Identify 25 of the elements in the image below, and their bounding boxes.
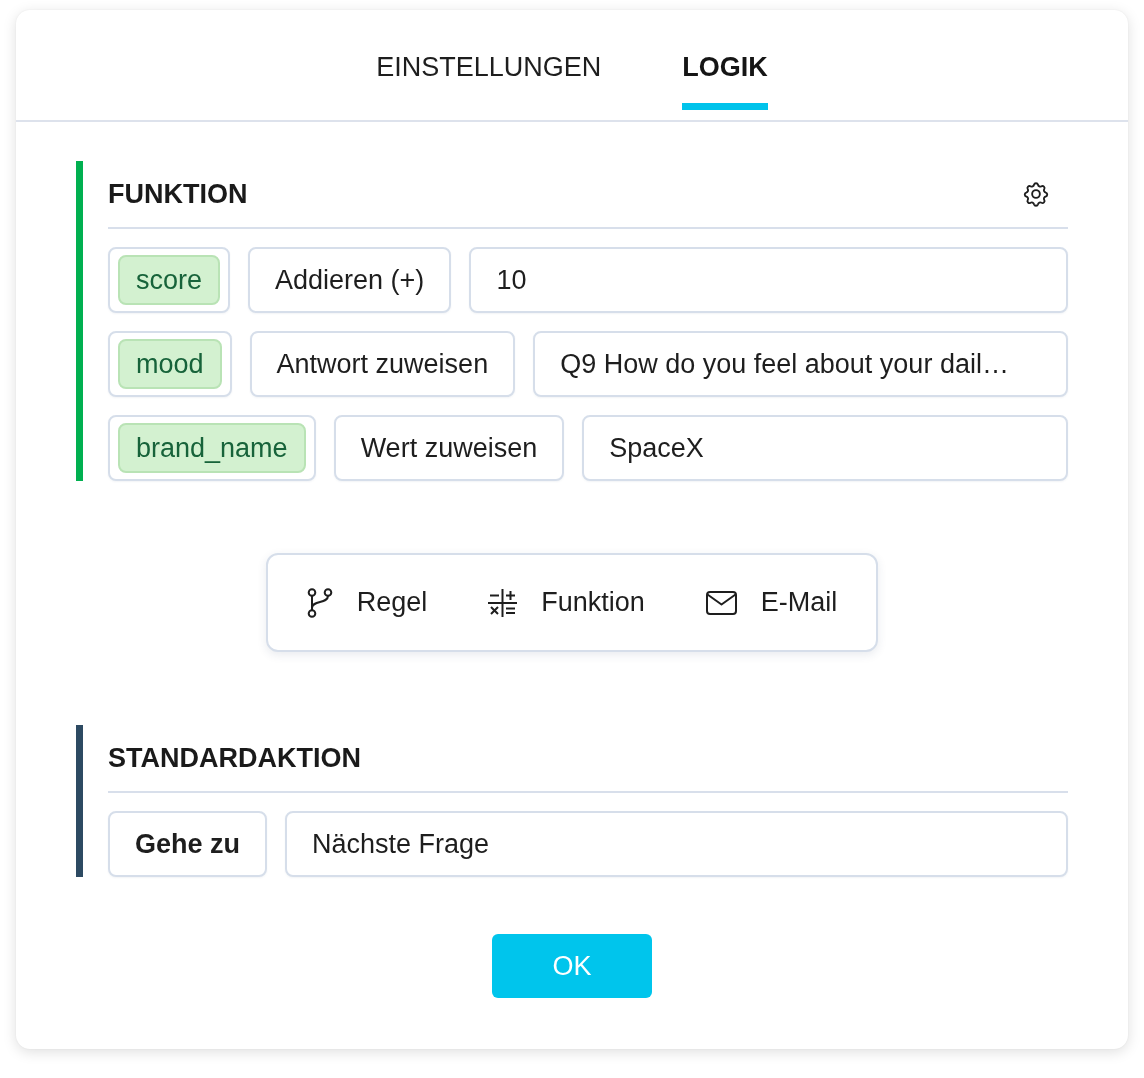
target-select[interactable]: Nächste Frage <box>285 811 1068 877</box>
add-action-button[interactable]: Regel <box>306 586 428 619</box>
math-operators-icon <box>488 588 518 617</box>
value-field[interactable]: Q9 How do you feel about your dail… <box>533 331 1068 397</box>
variable-select[interactable]: score <box>108 247 231 313</box>
operation-select[interactable]: Wert zuweisen <box>333 415 565 481</box>
add-action-button[interactable]: Funktion <box>488 586 645 619</box>
action-label: Gehe zu <box>108 811 268 877</box>
variable-tag: mood <box>118 339 222 389</box>
settings-icon[interactable] <box>1022 180 1050 208</box>
value-field[interactable]: 10 <box>469 247 1068 313</box>
variable-select[interactable]: brand_name <box>108 415 316 481</box>
envelope-icon <box>705 590 737 615</box>
variable-select[interactable]: mood <box>108 331 232 397</box>
value-field[interactable]: SpaceX <box>582 415 1068 481</box>
tab[interactable]: EINSTELLUNGEN <box>376 51 602 110</box>
section-title: STANDARDAKTION <box>108 742 361 774</box>
operation-select[interactable]: Addieren (+) <box>248 247 452 313</box>
tab[interactable]: LOGIK <box>682 51 768 110</box>
add-action-button[interactable]: E-Mail <box>705 586 838 619</box>
section-title: FUNKTION <box>108 178 248 210</box>
operation-select[interactable]: Antwort zuweisen <box>249 331 516 397</box>
branch-icon <box>306 587 333 618</box>
variable-tag: score <box>118 255 221 305</box>
variable-tag: brand_name <box>118 423 306 473</box>
